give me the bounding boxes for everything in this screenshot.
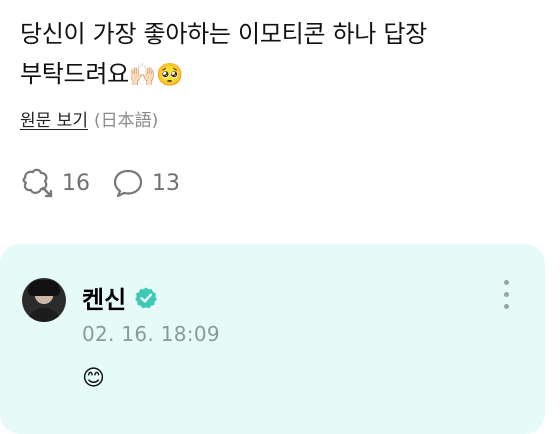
post-text-line1: 당신이 가장 좋아하는 이모티콘 하나 답장 (20, 20, 427, 48)
reply-body: 😊 (82, 366, 105, 391)
reply-author-row: 켄신 (82, 280, 158, 315)
avatar[interactable] (22, 278, 66, 322)
original-language: (日本語) (93, 111, 159, 131)
repost-button[interactable]: 16 (20, 168, 90, 198)
more-dot (503, 304, 509, 309)
translate-row: 원문 보기 (日本語) (20, 106, 540, 131)
post-stats: 16 13 (20, 168, 180, 198)
post-text: 당신이 가장 좋아하는 이모티콘 하나 답장 부탁드려요🙌🏻🥺 (20, 14, 540, 96)
post-text-line2: 부탁드려요 (20, 60, 129, 88)
reply-card: 켄신 02. 16. 18:09 😊 (0, 244, 545, 434)
more-dot (503, 280, 509, 285)
more-dot (503, 292, 509, 297)
reply-author-name[interactable]: 켄신 (82, 280, 126, 315)
repost-icon (22, 168, 53, 198)
post-emojis: 🙌🏻🥺 (128, 63, 184, 88)
comment-count: 13 (152, 170, 180, 196)
comment-button[interactable]: 13 (112, 168, 180, 198)
avatar-hair (28, 280, 60, 296)
more-vertical-icon[interactable] (498, 280, 514, 314)
view-original-link[interactable]: 원문 보기 (20, 111, 88, 131)
post: 당신이 가장 좋아하는 이모티콘 하나 답장 부탁드려요🙌🏻🥺 원문 보기 (日本… (20, 14, 540, 131)
comment-icon (113, 169, 143, 198)
avatar-shirt (26, 308, 62, 322)
verified-badge-icon (135, 287, 157, 308)
repost-count: 16 (62, 170, 90, 196)
reply-timestamp: 02. 16. 18:09 (82, 322, 220, 346)
